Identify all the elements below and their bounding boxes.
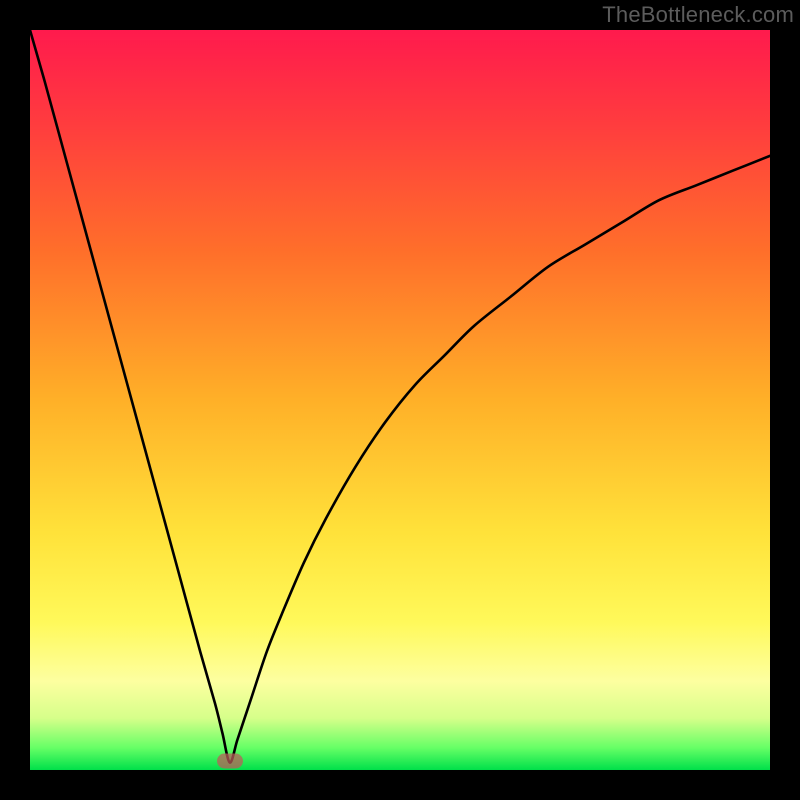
chart-frame: TheBottleneck.com — [0, 0, 800, 800]
gradient-bg — [30, 30, 770, 770]
plot-area — [30, 30, 770, 770]
optimal-point-marker — [217, 754, 243, 769]
watermark-text: TheBottleneck.com — [602, 2, 794, 28]
chart-svg — [30, 30, 770, 770]
